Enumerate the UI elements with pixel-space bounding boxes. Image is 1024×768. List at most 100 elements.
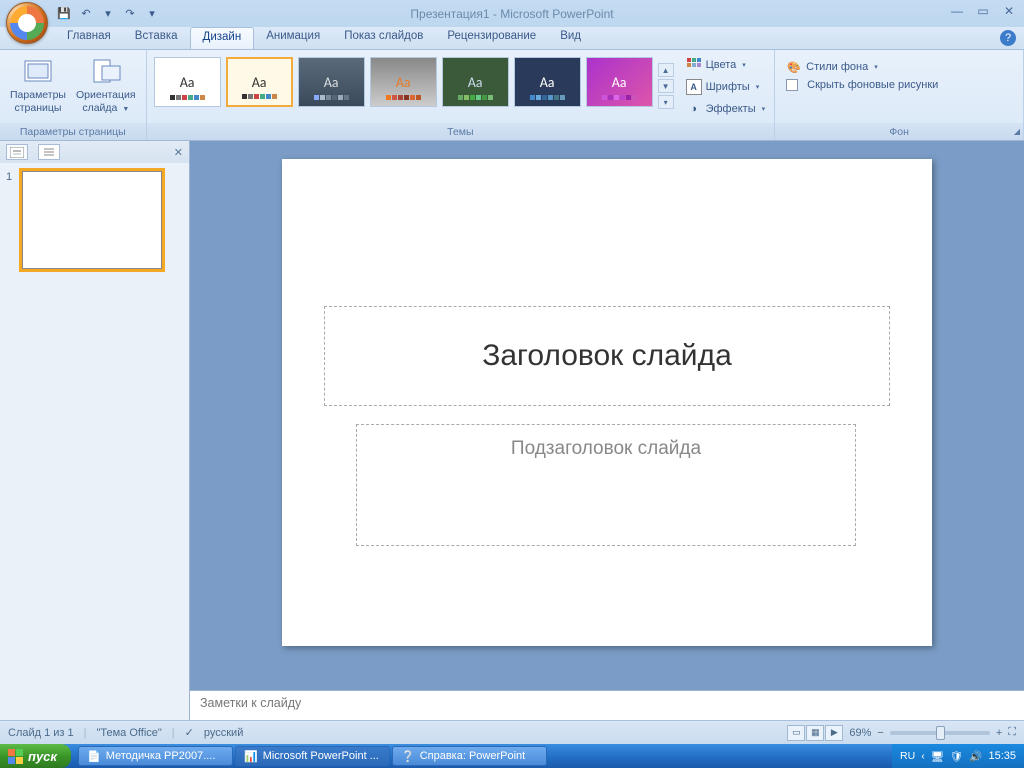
- theme-thumb-7[interactable]: Aa: [586, 57, 653, 107]
- tab-slides-icon[interactable]: [6, 144, 28, 160]
- orientation-button[interactable]: Ориентация слайда ▼: [71, 53, 141, 116]
- effects-icon: ◑: [686, 101, 702, 117]
- save-icon[interactable]: 💾: [55, 5, 73, 23]
- effects-label: Эффекты: [706, 103, 756, 115]
- orientation-label: Ориентация слайда ▼: [76, 89, 136, 114]
- panel-close-icon[interactable]: ✕: [174, 146, 183, 159]
- colors-button[interactable]: Цвета▾: [682, 55, 770, 75]
- taskbar-item-label: Методичка PP2007....: [106, 750, 216, 762]
- tab-animations[interactable]: Анимация: [254, 27, 332, 49]
- colors-icon: [686, 57, 702, 73]
- status-language[interactable]: русский: [204, 727, 243, 739]
- theme-thumb-4[interactable]: Aa: [370, 57, 437, 107]
- group-label-page-setup: Параметры страницы: [0, 123, 146, 140]
- chevron-down-icon: ▾: [742, 61, 746, 69]
- zoom-slider[interactable]: [890, 731, 990, 735]
- tray-clock[interactable]: 15:35: [988, 750, 1016, 762]
- checkbox-icon: [786, 79, 798, 91]
- tray-icon[interactable]: 🖥: [931, 750, 944, 763]
- qat-sep: ▾: [99, 5, 117, 23]
- view-normal-button[interactable]: ▭: [787, 725, 805, 741]
- tray-icon[interactable]: ‹: [921, 750, 925, 762]
- word-icon: 📄: [87, 750, 101, 763]
- theme-thumb-3[interactable]: Aa: [298, 57, 365, 107]
- dialog-launcher-icon[interactable]: ◢: [1014, 127, 1020, 136]
- page-setup-icon: [22, 55, 54, 87]
- qat-menu-arrow[interactable]: ▾: [143, 5, 161, 23]
- view-sorter-button[interactable]: ▦: [806, 725, 824, 741]
- background-styles-button[interactable]: 🎨 Стили фона ▾: [782, 57, 1016, 77]
- start-button[interactable]: пуск: [0, 744, 71, 768]
- fonts-button[interactable]: A Шрифты ▾: [682, 77, 770, 97]
- zoom-slider-knob[interactable]: [936, 726, 945, 740]
- tab-outline-icon[interactable]: [38, 144, 60, 160]
- theme-thumb-1[interactable]: Aa: [154, 57, 221, 107]
- title-placeholder[interactable]: Заголовок слайда: [324, 306, 890, 406]
- theme-thumb-2[interactable]: Aa: [226, 57, 293, 107]
- start-label: пуск: [28, 749, 57, 764]
- orientation-icon: [90, 55, 122, 87]
- slide-canvas-area[interactable]: Заголовок слайда Подзаголовок слайда: [190, 141, 1024, 690]
- status-theme: "Тема Office": [97, 727, 162, 739]
- maximize-button[interactable]: ▭: [973, 3, 993, 19]
- minimize-button[interactable]: —: [947, 3, 967, 19]
- hide-background-graphics-checkbox[interactable]: Скрыть фоновые рисунки: [782, 77, 1016, 93]
- windows-logo-icon: [8, 749, 23, 764]
- slide-canvas[interactable]: Заголовок слайда Подзаголовок слайда: [282, 159, 932, 646]
- taskbar-item-label: Microsoft PowerPoint ...: [263, 750, 379, 762]
- zoom-level[interactable]: 69%: [849, 727, 871, 739]
- notes-pane[interactable]: Заметки к слайду: [190, 690, 1024, 720]
- ribbon-tabs: Главная Вставка Дизайн Анимация Показ сл…: [0, 27, 1024, 50]
- chevron-down-icon: ▾: [756, 83, 760, 91]
- gallery-more-button[interactable]: ▾: [658, 95, 674, 109]
- zoom-out-button[interactable]: −: [877, 727, 883, 739]
- fonts-icon: A: [686, 79, 702, 95]
- tab-design[interactable]: Дизайн: [190, 27, 255, 49]
- fit-to-window-button[interactable]: ⛶: [1008, 726, 1016, 739]
- taskbar-item-label: Справка: PowerPoint: [420, 750, 526, 762]
- tab-home[interactable]: Главная: [55, 27, 123, 49]
- tray-language[interactable]: RU: [900, 750, 915, 762]
- gallery-up-button[interactable]: ▲: [658, 63, 674, 77]
- undo-icon[interactable]: ↶: [77, 5, 95, 23]
- taskbar-item-powerpoint[interactable]: 📊 Microsoft PowerPoint ...: [235, 746, 390, 766]
- view-buttons: ▭ ▦ ▶: [787, 725, 843, 741]
- page-setup-button[interactable]: Параметры страницы: [5, 53, 71, 116]
- slides-panel-tabs: ✕: [0, 141, 189, 163]
- group-label-background: Фон◢: [775, 123, 1023, 140]
- group-label-themes: Темы: [147, 123, 775, 140]
- title-bar: 💾 ↶ ▾ ↷ ▾ Презентация1 - Microsoft Power…: [0, 0, 1024, 27]
- zoom-in-button[interactable]: +: [996, 727, 1002, 739]
- taskbar-item-help[interactable]: ❔ Справка: PowerPoint: [392, 746, 547, 766]
- redo-icon[interactable]: ↷: [121, 5, 139, 23]
- tray-icon[interactable]: 🛡: [950, 750, 963, 763]
- hide-background-graphics-label: Скрыть фоновые рисунки: [807, 79, 938, 91]
- fonts-label: Шрифты: [706, 81, 750, 93]
- chevron-down-icon: ▾: [874, 63, 878, 71]
- theme-thumb-6[interactable]: Aa: [514, 57, 581, 107]
- ribbon-group-themes: Aa Aa Aa Aa Aa Aa Aa ▲ ▼ ▾ Цвета▾ A Шрифт…: [147, 50, 776, 140]
- background-styles-icon: 🎨: [786, 59, 802, 75]
- theme-thumb-5[interactable]: Aa: [442, 57, 509, 107]
- page-setup-label: Параметры страницы: [10, 89, 66, 114]
- gallery-down-button[interactable]: ▼: [658, 79, 674, 93]
- help-icon: ❔: [401, 750, 415, 763]
- tab-review[interactable]: Рецензирование: [435, 27, 548, 49]
- tab-slideshow[interactable]: Показ слайдов: [332, 27, 435, 49]
- effects-button[interactable]: ◑Эффекты▾: [682, 99, 770, 119]
- background-styles-label: Стили фона: [806, 61, 868, 73]
- office-button[interactable]: [6, 2, 48, 44]
- editor-area: Заголовок слайда Подзаголовок слайда Зам…: [190, 141, 1024, 720]
- subtitle-placeholder[interactable]: Подзаголовок слайда: [356, 424, 856, 546]
- help-icon[interactable]: ?: [1000, 30, 1016, 46]
- view-slideshow-button[interactable]: ▶: [825, 725, 843, 741]
- tab-view[interactable]: Вид: [548, 27, 593, 49]
- powerpoint-icon: 📊: [244, 750, 258, 763]
- spellcheck-icon[interactable]: ✓: [185, 726, 194, 739]
- close-button[interactable]: ✕: [999, 3, 1019, 19]
- taskbar-item-word[interactable]: 📄 Методичка PP2007....: [78, 746, 233, 766]
- tab-insert[interactable]: Вставка: [123, 27, 190, 49]
- tray-icon[interactable]: 🔊: [969, 750, 982, 763]
- quick-access-toolbar: 💾 ↶ ▾ ↷ ▾: [55, 5, 161, 23]
- slide-thumbnail-1[interactable]: 1: [0, 163, 189, 277]
